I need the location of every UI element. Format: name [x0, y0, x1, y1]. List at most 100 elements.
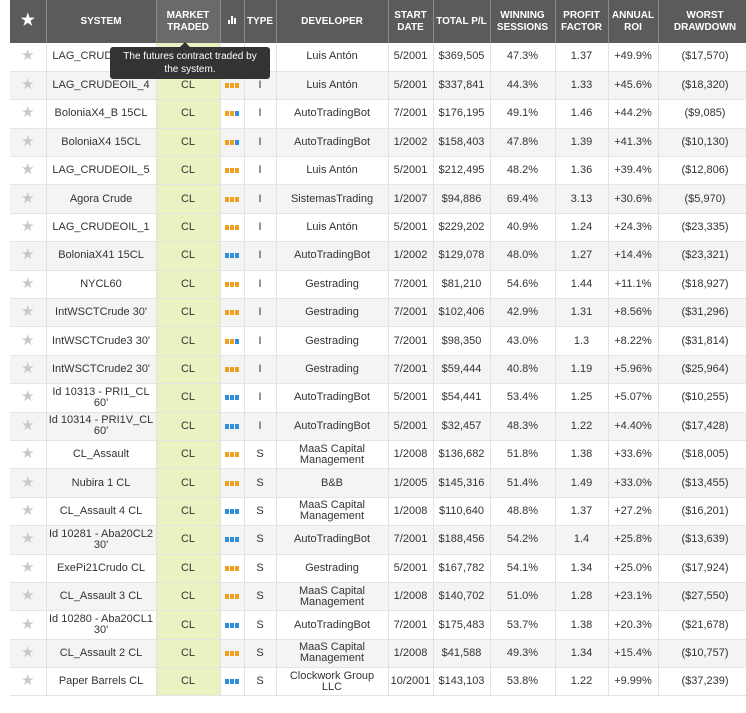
header-annual-roi[interactable]: ANNUAL ROI	[608, 0, 659, 43]
favorite[interactable]: ★	[10, 43, 47, 72]
system-name[interactable]: ExePi21Crudo CL	[46, 554, 157, 583]
star-icon[interactable]: ★	[21, 133, 34, 150]
header-market-traded[interactable]: MARKET TRADED	[156, 0, 221, 43]
header-system[interactable]: SYSTEM	[46, 0, 157, 43]
header-chart[interactable]	[220, 0, 245, 43]
favorite[interactable]: ★	[10, 667, 47, 696]
favorite[interactable]: ★	[10, 582, 47, 611]
star-icon[interactable]: ★	[21, 303, 34, 320]
favorite[interactable]: ★	[10, 71, 47, 100]
table-row[interactable]: ★ Id 10313 - PRI1_CL 60' CL I AutoTradingBot…	[10, 383, 746, 413]
system-name[interactable]: Agora Crude	[46, 184, 157, 214]
table-row[interactable]: ★ Id 10280 - Aba20CL1 30' CL S AutoTradingBo…	[10, 610, 746, 640]
favorite[interactable]: ★	[10, 412, 47, 441]
table-row[interactable]: ★ CL_Assault 2 CL CL S MaaS Capital Manageme…	[10, 639, 746, 668]
system-name[interactable]: IntWSCTCrude2 30'	[46, 355, 157, 384]
system-name[interactable]: Id 10314 - PRI1V_CL 60'	[46, 412, 157, 441]
table-row[interactable]: ★ Paper Barrels CL CL S Clockwork Group LLC 1…	[10, 667, 746, 696]
favorite[interactable]: ★	[10, 525, 47, 555]
favorite[interactable]: ★	[10, 128, 47, 157]
system-name[interactable]: CL_Assault 4 CL	[46, 497, 157, 526]
favorite[interactable]: ★	[10, 355, 47, 384]
table-row[interactable]: ★ Id 10314 - PRI1V_CL 60' CL I AutoTradingBo…	[10, 412, 746, 441]
star-icon[interactable]: ★	[21, 417, 34, 434]
star-icon[interactable]: ★	[21, 530, 34, 547]
star-icon[interactable]: ★	[21, 616, 34, 633]
favorite[interactable]: ★	[10, 213, 47, 242]
system-name[interactable]: LAG_CRUDEOIL_1	[46, 213, 157, 242]
table-row[interactable]: ★ BoloniaX4_B 15CL CL I AutoTradingBot 7/2001…	[10, 99, 746, 129]
favorite[interactable]: ★	[10, 497, 47, 526]
favorite-header[interactable]: ★	[10, 0, 47, 43]
table-row[interactable]: ★ IntWSCTCrude2 30' CL I Gestrading 7/2001 $59…	[10, 355, 746, 384]
table-row[interactable]: ★ Nubira 1 CL CL S B&B 1/2005 $145,316 51.4% 1.4…	[10, 468, 746, 498]
system-name[interactable]: CL_Assault	[46, 440, 157, 469]
table-row[interactable]: ★ IntWSCTCrude3 30' CL I Gestrading 7/2001 $98…	[10, 326, 746, 356]
table-row[interactable]: ★ Id 10281 - Aba20CL2 30' CL S AutoTradingBo…	[10, 525, 746, 555]
header-profit-factor[interactable]: PROFIT FACTOR	[555, 0, 609, 43]
star-icon[interactable]: ★	[21, 672, 34, 689]
star-icon[interactable]: ★	[21, 218, 34, 235]
star-icon[interactable]: ★	[21, 587, 34, 604]
system-name[interactable]: CL_Assault 3 CL	[46, 582, 157, 611]
system-name[interactable]: CL_Assault 2 CL	[46, 639, 157, 668]
star-icon[interactable]: ★	[21, 644, 34, 661]
table-row[interactable]: ★ CL_Assault CL S MaaS Capital Management 1/2…	[10, 440, 746, 469]
header-winning-sessions[interactable]: WINNING SESSIONS	[490, 0, 556, 43]
star-icon[interactable]: ★	[21, 104, 34, 121]
system-name[interactable]: BoloniaX4_B 15CL	[46, 99, 157, 129]
system-name[interactable]: IntWSCTCrude 30'	[46, 298, 157, 327]
star-icon[interactable]: ★	[21, 388, 34, 405]
system-name[interactable]: NYCL60	[46, 270, 157, 299]
favorite[interactable]: ★	[10, 241, 47, 271]
favorite[interactable]: ★	[10, 440, 47, 469]
table-row[interactable]: ★ ExePi21Crudo CL CL S Gestrading 5/2001 $167,…	[10, 554, 746, 583]
table-row[interactable]: ★ BoloniaX41 15CL CL I AutoTradingBot 1/2002 $…	[10, 241, 746, 271]
table-row[interactable]: ★ CL_Assault 4 CL CL S MaaS Capital Manageme…	[10, 497, 746, 526]
header-worst-drawdown[interactable]: WORST DRAWDOWN	[658, 0, 746, 43]
star-icon[interactable]: ★	[21, 332, 34, 349]
star-icon[interactable]: ★	[21, 502, 34, 519]
star-icon[interactable]: ★	[21, 246, 34, 263]
favorite[interactable]: ★	[10, 554, 47, 583]
favorite[interactable]: ★	[10, 270, 47, 299]
table-row[interactable]: ★ LAG_CRUDEOIL_5 CL I Luis Antón 5/2001 $212,4…	[10, 156, 746, 185]
favorite[interactable]: ★	[10, 326, 47, 356]
star-icon[interactable]: ★	[21, 360, 34, 377]
favorite[interactable]: ★	[10, 639, 47, 668]
system-name[interactable]: Id 10280 - Aba20CL1 30'	[46, 610, 157, 640]
star-icon[interactable]: ★	[21, 445, 34, 462]
system-name[interactable]: LAG_CRUDEOIL_5	[46, 156, 157, 185]
favorite[interactable]: ★	[10, 383, 47, 413]
header-start-date[interactable]: START DATE	[388, 0, 434, 43]
system-name[interactable]: Paper Barrels CL	[46, 667, 157, 696]
system-name[interactable]: BoloniaX41 15CL	[46, 241, 157, 271]
star-icon[interactable]: ★	[21, 47, 34, 64]
star-icon[interactable]: ★	[21, 76, 34, 93]
star-icon[interactable]: ★	[21, 559, 34, 576]
favorite[interactable]: ★	[10, 298, 47, 327]
system-name[interactable]: IntWSCTCrude3 30'	[46, 326, 157, 356]
star-icon[interactable]: ★	[21, 161, 34, 178]
favorite[interactable]: ★	[10, 468, 47, 498]
system-name[interactable]: Id 10313 - PRI1_CL 60'	[46, 383, 157, 413]
star-icon[interactable]: ★	[21, 474, 34, 491]
table-row[interactable]: ★ NYCL60 CL I Gestrading 7/2001 $81,210 54.6% 1.…	[10, 270, 746, 299]
table-row[interactable]: ★ BoloniaX4 15CL CL I AutoTradingBot 1/2002 $1…	[10, 128, 746, 157]
favorite[interactable]: ★	[10, 99, 47, 129]
favorite[interactable]: ★	[10, 156, 47, 185]
system-name[interactable]: BoloniaX4 15CL	[46, 128, 157, 157]
table-row[interactable]: ★ Agora Crude CL I SistemasTrading 1/2007 $94,…	[10, 184, 746, 214]
star-icon[interactable]: ★	[21, 190, 34, 207]
table-row[interactable]: ★ IntWSCTCrude 30' CL I Gestrading 7/2001 $102…	[10, 298, 746, 327]
system-name[interactable]: Nubira 1 CL	[46, 468, 157, 498]
header-type[interactable]: TYPE	[244, 0, 277, 43]
favorite[interactable]: ★	[10, 184, 47, 214]
table-row[interactable]: ★ CL_Assault 3 CL CL S MaaS Capital Manageme…	[10, 582, 746, 611]
header-developer[interactable]: DEVELOPER	[276, 0, 389, 43]
header-total-pl[interactable]: TOTAL P/L	[433, 0, 491, 43]
table-row[interactable]: ★ LAG_CRUDEOIL_1 CL I Luis Antón 5/2001 $229,2…	[10, 213, 746, 242]
favorite[interactable]: ★	[10, 610, 47, 640]
star-icon[interactable]: ★	[21, 275, 34, 292]
system-name[interactable]: Id 10281 - Aba20CL2 30'	[46, 525, 157, 555]
